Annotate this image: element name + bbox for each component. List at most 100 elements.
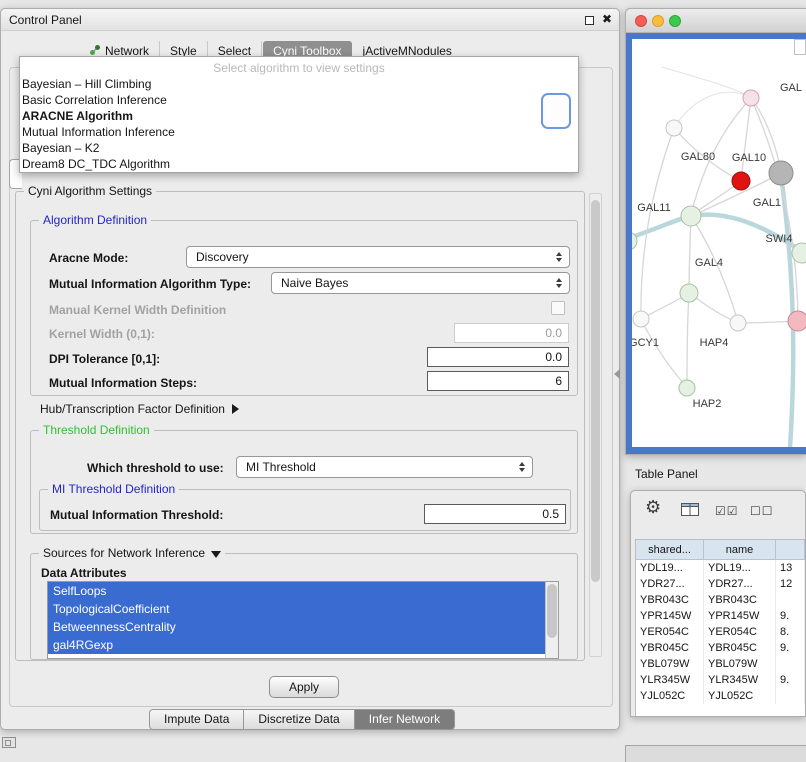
which-threshold-select[interactable]: MI Threshold bbox=[236, 456, 533, 478]
network-node[interactable] bbox=[769, 161, 793, 185]
data-attributes-list[interactable]: SelfLoops TopologicalCoefficient Between… bbox=[47, 581, 559, 659]
network-node[interactable] bbox=[680, 284, 698, 302]
list-item-selected[interactable]: TopologicalCoefficient bbox=[48, 600, 545, 618]
mi-steps-label: Mutual Information Steps: bbox=[49, 376, 197, 390]
list-scrollbar-thumb[interactable] bbox=[547, 584, 557, 638]
gear-icon[interactable]: ⚙ bbox=[645, 497, 661, 518]
mi-threshold-value: 0.5 bbox=[542, 507, 559, 521]
mi-type-select[interactable]: Naive Bayes bbox=[271, 272, 570, 294]
tab-impute-data[interactable]: Impute Data bbox=[149, 709, 244, 730]
network-node[interactable] bbox=[633, 311, 649, 327]
settings-scrollbar-thumb[interactable] bbox=[591, 200, 600, 582]
algorithm-option[interactable]: Mutual Information Inference bbox=[20, 124, 578, 140]
close-traffic-light[interactable] bbox=[635, 15, 647, 27]
bottom-tab-bar: Impute Data Discretize Data Infer Networ… bbox=[149, 709, 455, 730]
node-label: GAL11 bbox=[637, 202, 670, 214]
focused-settings-button[interactable] bbox=[541, 93, 571, 129]
zoom-traffic-light[interactable] bbox=[669, 15, 681, 27]
panel-splitter-arrow[interactable] bbox=[614, 369, 620, 379]
table-row[interactable]: YBR043CYBR043C bbox=[636, 592, 805, 608]
algorithm-dropdown-popup: Select algorithm to view settings Bayesi… bbox=[19, 56, 579, 173]
node-label: GAL bbox=[780, 82, 802, 94]
algorithm-option[interactable]: Dream8 DC_TDC Algorithm bbox=[20, 156, 578, 172]
deselect-all-icon[interactable]: ☐☐ bbox=[750, 504, 774, 518]
desktop-mini-icon[interactable] bbox=[2, 737, 16, 748]
table-row[interactable]: YBR045CYBR045C9. bbox=[636, 640, 805, 656]
select-all-icon[interactable]: ☑☑ bbox=[715, 504, 739, 518]
network-node[interactable] bbox=[743, 90, 759, 106]
network-node[interactable] bbox=[679, 380, 695, 396]
cell bbox=[776, 656, 805, 672]
algorithm-option[interactable]: Bayesian – Hill Climbing bbox=[20, 76, 578, 92]
which-threshold-value: MI Threshold bbox=[237, 460, 512, 474]
list-item-selected[interactable]: gal4RGexp bbox=[48, 636, 545, 654]
table-row[interactable]: YJL052CYJL052C bbox=[636, 688, 805, 704]
tab-discretize-data[interactable]: Discretize Data bbox=[244, 709, 354, 730]
table-row[interactable]: YLR345WYLR345W9. bbox=[636, 672, 805, 688]
table-row[interactable]: YPR145WYPR145W9. bbox=[636, 608, 805, 624]
table-panel-window: ⚙ ☑☑ ☐☐ shared... name YDL19...YDL19...1… bbox=[630, 490, 806, 717]
sources-title[interactable]: Sources for Network Inference bbox=[39, 546, 225, 560]
cell: YER054C bbox=[704, 624, 776, 640]
node-label: GAL1 bbox=[753, 197, 781, 209]
node-label: GAL10 bbox=[732, 152, 766, 164]
column-header[interactable]: name bbox=[704, 540, 776, 559]
cell: YBL079W bbox=[636, 656, 704, 672]
mi-threshold-title: MI Threshold Definition bbox=[48, 482, 179, 496]
node-label: HAP4 bbox=[700, 337, 729, 349]
table-row[interactable]: YER054CYER054C8. bbox=[636, 624, 805, 640]
list-item-selected[interactable]: SelfLoops bbox=[48, 582, 545, 600]
kernel-width-value: 0.0 bbox=[545, 326, 562, 340]
algorithm-definition-group: Algorithm Definition Aracne Mode: Discov… bbox=[30, 220, 578, 396]
cell: 13 bbox=[776, 560, 805, 576]
minimize-traffic-light[interactable] bbox=[652, 15, 664, 27]
table-row[interactable]: YDL19...YDL19...13 bbox=[636, 560, 805, 576]
settings-group-title: Cyni Algorithm Settings bbox=[24, 184, 156, 198]
network-node[interactable] bbox=[730, 315, 746, 331]
settings-scrollbar[interactable] bbox=[589, 193, 602, 657]
cell: YBL079W bbox=[704, 656, 776, 672]
data-attributes-label: Data Attributes bbox=[41, 566, 127, 580]
dpi-tolerance-label: DPI Tolerance [0,1]: bbox=[49, 352, 160, 366]
network-node[interactable] bbox=[788, 311, 806, 331]
network-node[interactable] bbox=[732, 172, 750, 190]
cell: YER054C bbox=[636, 624, 704, 640]
apply-button[interactable]: Apply bbox=[269, 676, 339, 698]
cell bbox=[776, 688, 805, 704]
kernel-width-field[interactable]: 0.0 bbox=[454, 323, 569, 343]
mi-steps-field[interactable]: 6 bbox=[427, 371, 569, 391]
network-window-titlebar[interactable] bbox=[626, 9, 806, 33]
float-window-icon[interactable] bbox=[585, 16, 594, 25]
network-node[interactable] bbox=[681, 206, 701, 226]
column-header[interactable]: shared... bbox=[636, 540, 704, 559]
table-row[interactable]: YBL079WYBL079W bbox=[636, 656, 805, 672]
network-canvas[interactable]: GAL GAL80 GAL10 GAL11 GAL1 SWI4 GAL4 GCY… bbox=[632, 39, 806, 447]
hub-section-toggle[interactable]: Hub/Transcription Factor Definition bbox=[40, 402, 239, 416]
table-row[interactable]: YDR27...YDR27...12 bbox=[636, 576, 805, 592]
dpi-tolerance-field[interactable]: 0.0 bbox=[427, 347, 569, 367]
algorithm-option[interactable]: Bayesian – K2 bbox=[20, 140, 578, 156]
canvas-scrollbar-stub[interactable] bbox=[794, 39, 806, 55]
cyni-algorithm-settings-group: Cyni Algorithm Settings Algorithm Defini… bbox=[15, 191, 585, 661]
columns-icon[interactable] bbox=[681, 503, 699, 519]
algorithm-option-selected[interactable]: ARACNE Algorithm bbox=[20, 108, 578, 124]
manual-kernel-checkbox[interactable] bbox=[551, 301, 565, 315]
control-panel-titlebar[interactable]: Control Panel ✖ bbox=[1, 9, 619, 31]
network-view-window: GAL GAL80 GAL10 GAL11 GAL1 SWI4 GAL4 GCY… bbox=[625, 8, 806, 455]
aracne-mode-select[interactable]: Discovery bbox=[186, 246, 570, 268]
algorithm-option[interactable]: Basic Correlation Inference bbox=[20, 92, 578, 108]
expand-arrow-icon bbox=[232, 404, 239, 414]
cell: YJL052C bbox=[704, 688, 776, 704]
network-node[interactable] bbox=[666, 120, 682, 136]
list-scrollbar[interactable] bbox=[545, 582, 558, 658]
sources-title-text: Sources for Network Inference bbox=[43, 546, 205, 560]
mi-threshold-field[interactable]: 0.5 bbox=[424, 504, 566, 524]
node-label: SWI4 bbox=[766, 233, 793, 245]
column-header[interactable] bbox=[776, 540, 805, 559]
cell: YJL052C bbox=[636, 688, 704, 704]
cell: YLR345W bbox=[636, 672, 704, 688]
collapse-arrow-icon bbox=[211, 551, 221, 558]
list-item-selected[interactable]: BetweennessCentrality bbox=[48, 618, 545, 636]
tab-infer-network[interactable]: Infer Network bbox=[355, 709, 455, 730]
close-icon[interactable]: ✖ bbox=[602, 12, 612, 26]
